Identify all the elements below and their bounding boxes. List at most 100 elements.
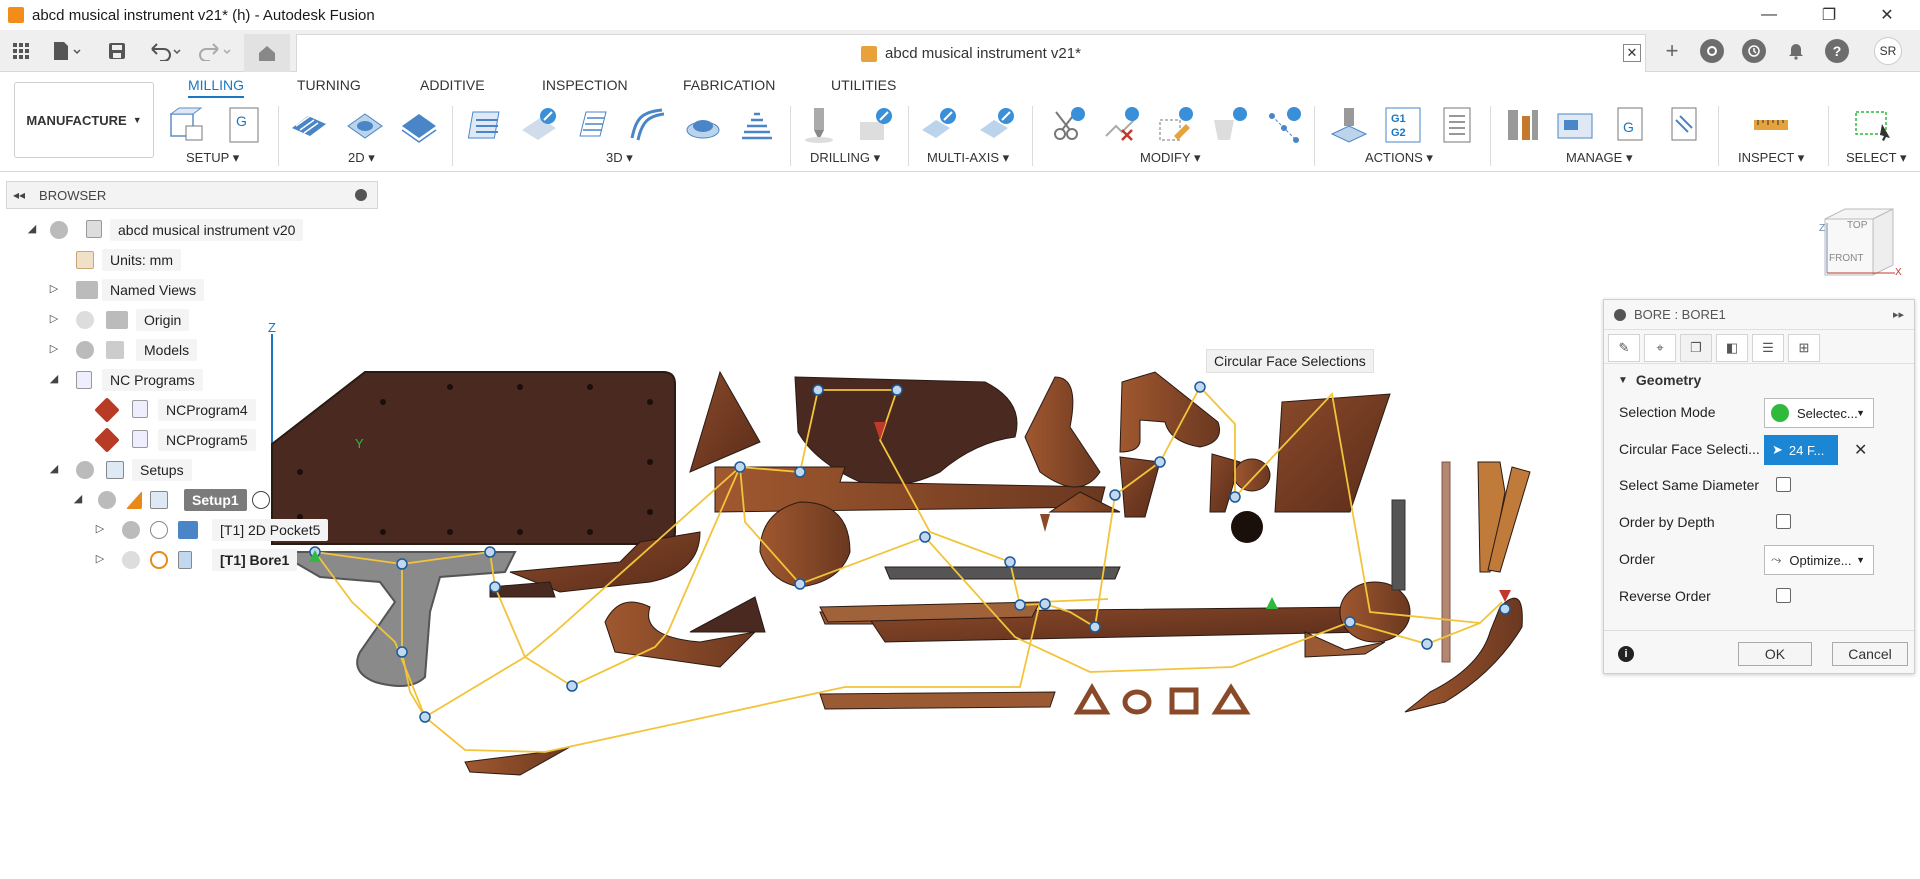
trim-toolpath-icon[interactable]: [1048, 106, 1086, 144]
drill-icon[interactable]: [800, 106, 838, 144]
group-manage[interactable]: MANAGE ▾: [1566, 150, 1632, 166]
post-process-icon[interactable]: G1G2: [1384, 106, 1422, 144]
triangle-frame-part[interactable]: [1211, 683, 1251, 715]
post-library-icon[interactable]: G: [1612, 106, 1650, 144]
document-tab[interactable]: abcd musical instrument v21* ✕: [296, 34, 1646, 72]
simulation-tab-icon[interactable]: ⊞: [1788, 334, 1820, 362]
3d-adaptive-icon[interactable]: [468, 106, 506, 144]
delete-toolpath-icon[interactable]: [1102, 106, 1140, 144]
ring-part[interactable]: [1122, 689, 1152, 715]
grey-bracket-part[interactable]: [273, 551, 517, 687]
dark-triangle-part[interactable]: [689, 596, 766, 633]
wedge-part[interactable]: [1274, 393, 1391, 513]
visibility-icon[interactable]: [76, 461, 94, 479]
music-note-part[interactable]: [1024, 376, 1101, 488]
minimize-button[interactable]: —: [1740, 0, 1798, 30]
viewcube-top-label[interactable]: TOP: [1847, 220, 1868, 231]
passes-tab-icon[interactable]: ◧: [1716, 334, 1748, 362]
section-collapse-icon[interactable]: ▼: [1618, 375, 1628, 386]
restore-button[interactable]: ❐: [1800, 0, 1858, 30]
collapse-icon[interactable]: ◢: [72, 493, 84, 505]
reverse-order-checkbox[interactable]: [1776, 588, 1791, 603]
collapse-browser-icon[interactable]: ◂◂: [13, 188, 25, 202]
bottom-strip-part[interactable]: [819, 691, 1056, 710]
swarf-icon[interactable]: [920, 106, 958, 144]
order-dropdown[interactable]: ⤳ Optimize... ▼: [1764, 545, 1874, 575]
hidden-eye-icon[interactable]: [76, 311, 94, 329]
2d-adaptive-icon[interactable]: [290, 106, 328, 144]
2d-pocket-icon[interactable]: [346, 106, 384, 144]
visibility-icon[interactable]: [122, 521, 140, 539]
expand-icon[interactable]: ▷: [48, 313, 60, 325]
triangle-frame-part[interactable]: [1073, 683, 1111, 715]
cancel-button[interactable]: Cancel: [1832, 642, 1908, 666]
save-icon[interactable]: [106, 39, 128, 63]
redo-icon[interactable]: [196, 39, 236, 63]
visibility-icon[interactable]: [98, 491, 116, 509]
group-actions[interactable]: ACTIONS ▾: [1365, 150, 1433, 166]
workspace-switcher[interactable]: MANUFACTURE ▼: [14, 82, 154, 158]
disc-part[interactable]: [759, 501, 851, 588]
group-inspect[interactable]: INSPECT ▾: [1738, 150, 1804, 166]
heights-tab-icon[interactable]: ❐: [1680, 334, 1712, 362]
extensions-icon[interactable]: [1700, 39, 1724, 63]
group-3d[interactable]: 3D ▾: [606, 150, 633, 166]
order-by-depth-checkbox[interactable]: [1776, 514, 1791, 529]
viewcube-front-label[interactable]: FRONT: [1829, 253, 1863, 264]
move-toolpath-icon[interactable]: [1210, 106, 1248, 144]
square-frame-part[interactable]: [1169, 687, 1199, 715]
setup-sheet-icon[interactable]: [1438, 106, 1476, 144]
close-tab-button[interactable]: ✕: [1623, 44, 1641, 62]
expand-icon[interactable]: ▷: [48, 283, 60, 295]
machine-library-icon[interactable]: [1556, 106, 1594, 144]
nc-program-icon[interactable]: G: [226, 106, 264, 144]
circular-face-selection-button[interactable]: ➤ 24 F...: [1764, 435, 1838, 465]
tool-library-icon[interactable]: [1504, 106, 1542, 144]
face-icon[interactable]: [400, 106, 438, 144]
undo-icon[interactable]: [146, 39, 186, 63]
tab-utilities[interactable]: UTILITIES: [831, 74, 896, 98]
simulate-icon[interactable]: [1330, 106, 1368, 144]
group-drilling[interactable]: DRILLING ▾: [810, 150, 880, 166]
group-multi-axis[interactable]: MULTI-AXIS ▾: [927, 150, 1009, 166]
select-window-icon[interactable]: [1854, 106, 1892, 144]
tab-milling[interactable]: MILLING: [188, 74, 245, 98]
contour-icon[interactable]: [574, 106, 612, 144]
job-status-icon[interactable]: [1742, 39, 1766, 63]
minimize-browser-icon[interactable]: [355, 189, 367, 201]
group-setup[interactable]: SETUP ▾: [186, 150, 239, 166]
measure-icon[interactable]: [1752, 106, 1790, 144]
group-2d[interactable]: 2D ▾: [348, 150, 375, 166]
ok-button[interactable]: OK: [1738, 642, 1812, 666]
geometry-section[interactable]: ▼ Geometry: [1604, 364, 1914, 396]
expand-dialog-icon[interactable]: ▸▸: [1893, 308, 1904, 321]
expand-icon[interactable]: ▷: [94, 553, 106, 565]
pencil-part[interactable]: [1441, 461, 1451, 663]
large-board-part[interactable]: [271, 371, 676, 545]
selection-mode-dropdown[interactable]: Selectec... ▼: [1764, 398, 1874, 428]
user-avatar[interactable]: SR: [1874, 37, 1902, 65]
tab-fabrication[interactable]: FABRICATION: [683, 74, 775, 98]
visibility-icon[interactable]: [50, 221, 68, 239]
new-tab-icon[interactable]: +: [1660, 38, 1684, 63]
app-grid-icon[interactable]: [10, 39, 32, 63]
linking-tab-icon[interactable]: ☰: [1752, 334, 1784, 362]
pattern-icon[interactable]: [1264, 106, 1302, 144]
tab-turning[interactable]: TURNING: [297, 74, 361, 98]
collapse-icon[interactable]: ◢: [26, 223, 38, 235]
geometry-tab-icon[interactable]: ⌖: [1644, 334, 1676, 362]
tab-additive[interactable]: ADDITIVE: [420, 74, 485, 98]
clear-selection-icon[interactable]: ✕: [1854, 440, 1867, 460]
group-modify[interactable]: MODIFY ▾: [1140, 150, 1200, 166]
dark-coin-part[interactable]: [1231, 511, 1263, 543]
collapse-icon[interactable]: ◢: [48, 373, 60, 385]
steep-shallow-icon[interactable]: [738, 106, 776, 144]
scallop-icon[interactable]: [684, 106, 722, 144]
grey-bar-part[interactable]: [1391, 499, 1406, 591]
new-setup-icon[interactable]: [168, 106, 206, 144]
hole-recognition-icon[interactable]: [856, 106, 894, 144]
expand-icon[interactable]: ▷: [48, 343, 60, 355]
grey-strip-part[interactable]: [884, 566, 1121, 580]
group-select[interactable]: SELECT ▾: [1846, 150, 1906, 166]
view-cube[interactable]: TOP FRONT Z X: [1815, 205, 1905, 285]
